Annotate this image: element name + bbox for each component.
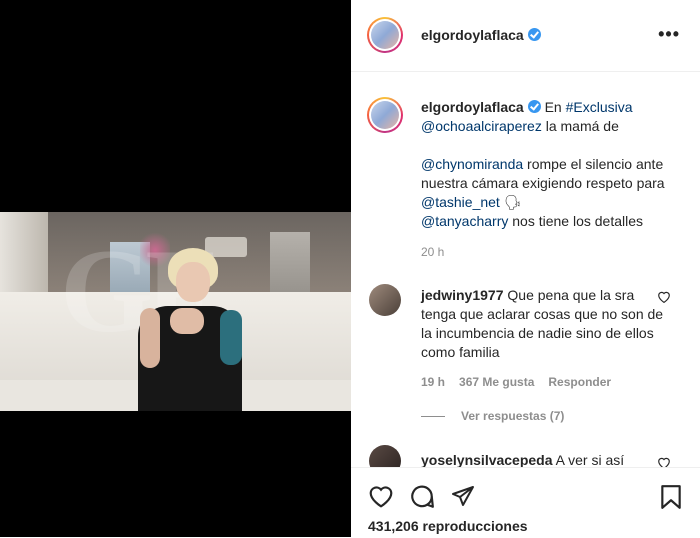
mention-link[interactable]: @chynomiranda [421, 156, 523, 172]
reply-button[interactable]: Responder [548, 375, 611, 389]
comment-likes[interactable]: 367 Me gusta [459, 375, 534, 389]
video-subject [128, 248, 248, 411]
author-username[interactable]: elgordoylaflaca [421, 27, 524, 43]
mention-link[interactable]: @tanyacharry [421, 213, 508, 229]
comment-meta: 19 h 367 Me gusta Responder [421, 375, 625, 389]
verified-badge-icon [527, 100, 541, 113]
hashtag-link[interactable]: #Exclusiva [566, 99, 633, 115]
commenter-username[interactable]: yoselynsilvacepeda [421, 452, 553, 468]
caption-avatar[interactable] [367, 97, 403, 133]
video-player[interactable]: GF [0, 0, 351, 537]
post-panel: elgordoylaflaca ••• elgordoylaflaca En #… [351, 0, 700, 538]
comment-time[interactable]: 19 h [421, 375, 445, 389]
views-count[interactable]: 431,206 reproducciones [368, 518, 528, 534]
comment-like-heart-icon[interactable] [657, 290, 671, 306]
comment-icon[interactable] [409, 484, 435, 515]
more-options-icon[interactable]: ••• [658, 24, 680, 45]
comment-text: A ver si así [552, 452, 625, 468]
mention-link[interactable]: @ochoaalciraperez [421, 118, 542, 134]
bookmark-icon[interactable] [660, 484, 682, 515]
view-replies-button[interactable]: Ver respuestas (7) [421, 409, 564, 423]
action-bar: 431,206 reproducciones [351, 467, 700, 538]
speaking-emoji: 🗣 [503, 194, 522, 210]
commenter-username[interactable]: jedwiny1977 [421, 287, 504, 303]
video-frame[interactable]: GF [0, 212, 351, 411]
caption-username[interactable]: elgordoylaflaca [421, 99, 524, 115]
comment: jedwiny1977 Que pena que la sra tenga qu… [421, 286, 671, 362]
mention-link[interactable]: @tashie_net [421, 194, 500, 210]
post-header: elgordoylaflaca ••• [351, 0, 700, 72]
post-time[interactable]: 20 h [421, 245, 444, 259]
heart-icon[interactable] [368, 484, 394, 513]
verified-badge-icon [527, 28, 541, 41]
share-icon[interactable] [450, 484, 476, 513]
author-avatar[interactable] [367, 17, 403, 53]
post-caption: elgordoylaflaca En #Exclusiva @ochoaalci… [421, 99, 665, 229]
commenter-avatar[interactable] [369, 284, 401, 316]
